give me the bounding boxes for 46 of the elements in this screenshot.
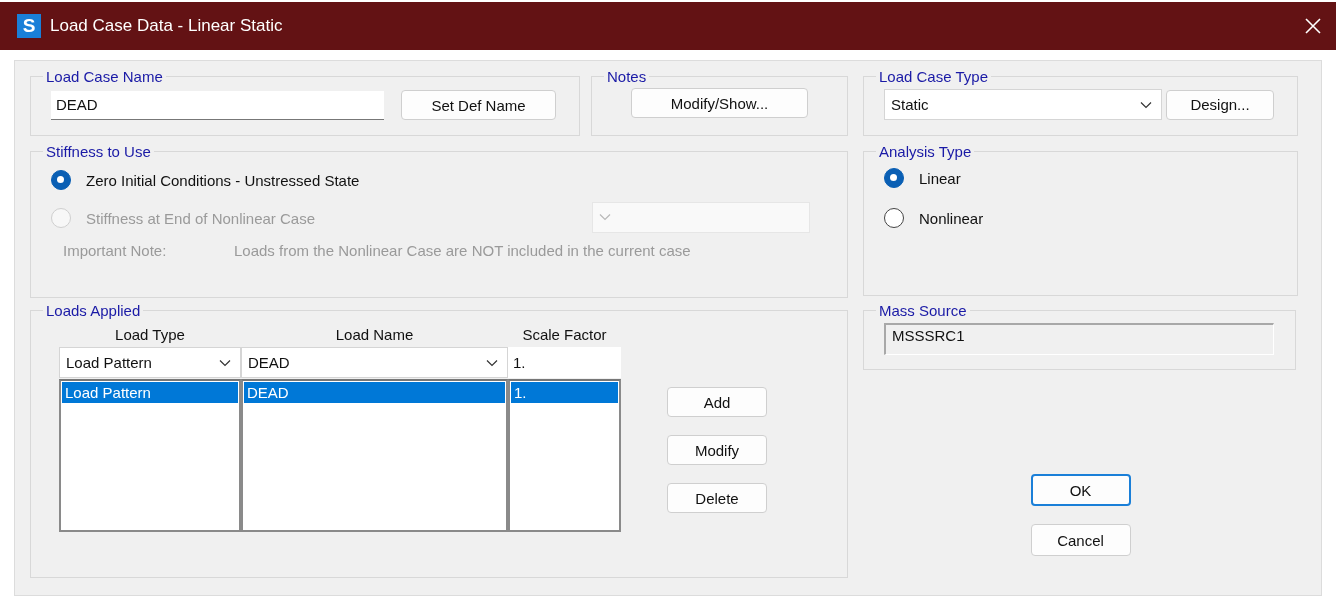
radio-label: Linear (919, 169, 961, 187)
radio-label: Stiffness at End of Nonlinear Case (86, 209, 316, 227)
dropdown[interactable]: Load Pattern (59, 347, 241, 378)
column-header: Load Type (114, 326, 186, 345)
list-item[interactable]: DEAD (244, 382, 505, 403)
radio-label: Zero Initial Conditions - Unstressed State (86, 171, 360, 189)
list-box[interactable]: Load Pattern (59, 379, 241, 532)
list-action-button[interactable]: Add (667, 387, 767, 417)
group-title: Analysis Type (878, 143, 973, 160)
modify-show-button[interactable]: Modify/Show... (631, 88, 808, 118)
note-text: Loads from the Nonlinear Case are NOT included in the current case (234, 241, 692, 261)
set-def-name-button[interactable]: Set Def Name (401, 90, 556, 120)
close-icon[interactable] (1304, 17, 1322, 35)
group-title: Load Case Type (878, 68, 989, 85)
group-title: Stiffness to Use (45, 143, 152, 160)
chevron-icon (486, 358, 498, 367)
list-item[interactable]: 1. (511, 382, 618, 403)
group-title: Mass Source (878, 302, 968, 319)
chevron-icon (1140, 100, 1152, 109)
dropdown[interactable]: DEAD (241, 347, 508, 378)
dropdown[interactable]: Static (884, 89, 1162, 120)
column-header: Scale Factor (521, 326, 608, 345)
design-button[interactable]: Design... (1166, 89, 1274, 120)
radio-button[interactable] (51, 170, 71, 190)
group-title: Load Case Name (45, 68, 164, 85)
group-title: Loads Applied (45, 302, 142, 319)
window-title: Load Case Data - Linear Static (50, 16, 284, 36)
app-icon: S (17, 14, 41, 38)
chevron-icon (599, 213, 611, 221)
dialog-button[interactable]: OK (1030, 474, 1131, 506)
list-item[interactable]: Load Pattern (62, 382, 238, 403)
group-title: Notes (606, 68, 648, 85)
chevron-icon (219, 358, 231, 367)
list-box[interactable]: 1. (508, 379, 621, 532)
list-action-button[interactable]: Modify (667, 435, 767, 465)
radio-button[interactable] (884, 168, 904, 188)
column-header: Load Name (334, 326, 415, 345)
text-field[interactable]: 1. (508, 347, 621, 378)
note-label: Important Note: (63, 241, 168, 261)
list-box[interactable]: DEAD (241, 379, 508, 532)
dialog-button[interactable]: Cancel (1030, 524, 1131, 556)
read-only-field: MSSSRC1 (884, 323, 1274, 355)
radio-label: Nonlinear (919, 209, 984, 227)
radio-button[interactable] (884, 208, 904, 228)
text-field[interactable]: DEAD (51, 90, 384, 120)
list-action-button[interactable]: Delete (667, 483, 767, 513)
